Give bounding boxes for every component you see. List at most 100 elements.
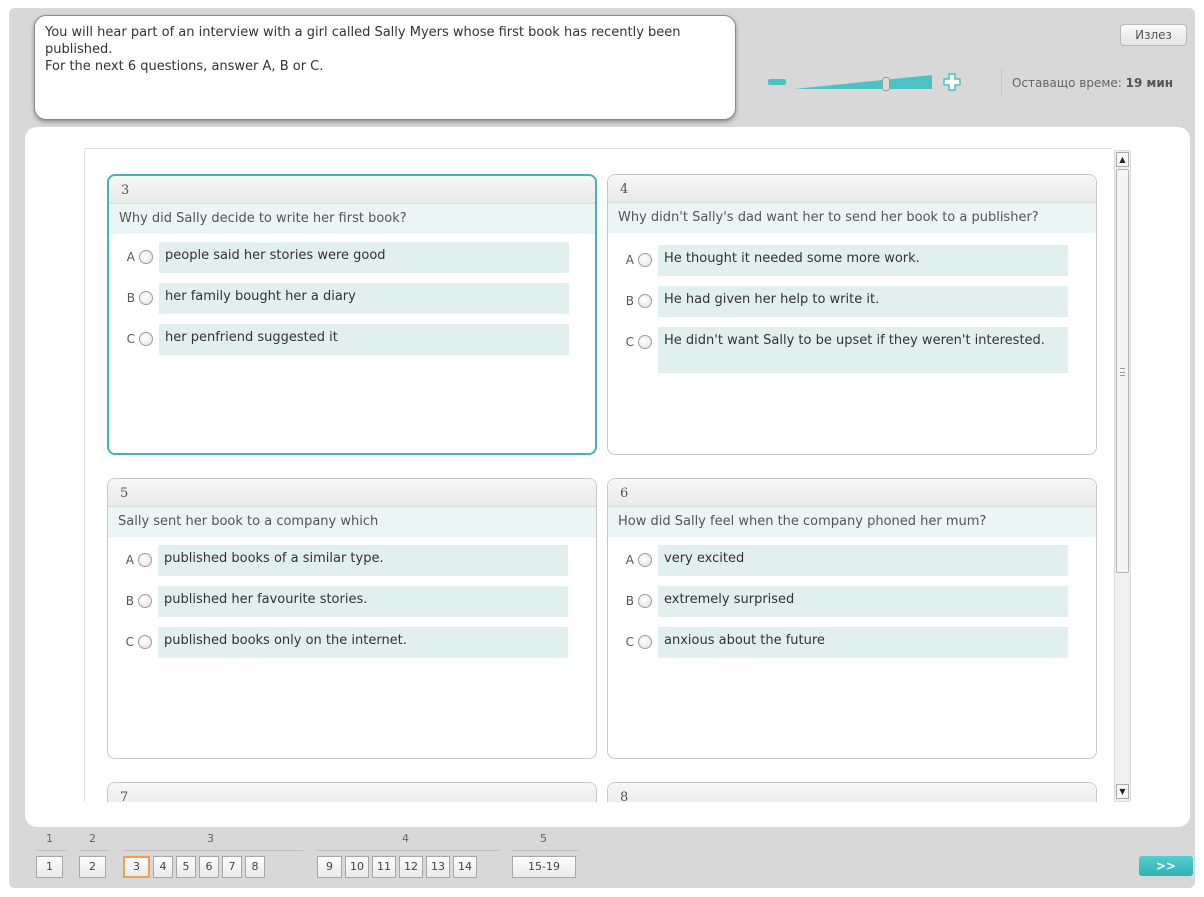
nav-question-button[interactable]: 11 xyxy=(372,856,396,878)
nav-group-label: 2 xyxy=(89,832,96,845)
nav-question-button[interactable]: 6 xyxy=(199,856,219,878)
time-remaining-value: 19 мин xyxy=(1125,76,1174,90)
answer-option-b[interactable]: B extremely surprised xyxy=(608,586,1096,617)
question-text: Why did Sally decide to write her first … xyxy=(109,204,595,234)
nav-question-button[interactable]: 13 xyxy=(426,856,450,878)
option-text[interactable]: very excited xyxy=(658,545,1068,576)
radio-button[interactable] xyxy=(638,553,652,567)
scrollbar-thumb[interactable] xyxy=(1116,169,1129,573)
nav-question-button[interactable]: 4 xyxy=(153,856,173,878)
exit-button[interactable]: Излез xyxy=(1120,24,1187,46)
question-card-4[interactable]: 4 Why didn't Sally's dad want her to sen… xyxy=(607,174,1097,455)
option-text[interactable]: published books only on the internet. xyxy=(158,627,568,658)
option-text[interactable]: her family bought her a diary xyxy=(159,283,569,314)
instructions-box: You will hear part of an interview with … xyxy=(34,15,736,120)
option-letter: C xyxy=(625,335,634,349)
answer-option-a[interactable]: A people said her stories were good xyxy=(109,242,595,273)
nav-group-label: 4 xyxy=(402,832,409,845)
nav-group-label: 3 xyxy=(207,832,214,845)
answer-option-c[interactable]: C published books only on the internet. xyxy=(108,627,596,658)
radio-button[interactable] xyxy=(638,253,652,267)
nav-question-button[interactable]: 10 xyxy=(345,856,369,878)
answer-option-c[interactable]: C He didn't want Sally to be upset if th… xyxy=(608,327,1096,373)
answer-option-b[interactable]: B her family bought her a diary xyxy=(109,283,595,314)
radio-button[interactable] xyxy=(638,635,652,649)
radio-button[interactable] xyxy=(138,553,152,567)
radio-button[interactable] xyxy=(638,594,652,608)
option-text[interactable]: anxious about the future xyxy=(658,627,1068,658)
option-text[interactable]: published her favourite stories. xyxy=(158,586,568,617)
question-card-6[interactable]: 6 How did Sally feel when the company ph… xyxy=(607,478,1097,759)
nav-question-button[interactable]: 14 xyxy=(453,856,477,878)
option-text[interactable]: her penfriend suggested it xyxy=(159,324,569,355)
question-card-8[interactable]: 8 xyxy=(607,782,1097,802)
radio-button[interactable] xyxy=(638,335,652,349)
nav-question-button[interactable]: 15-19 xyxy=(512,856,576,878)
radio-button[interactable] xyxy=(138,594,152,608)
nav-question-button[interactable]: 1 xyxy=(36,856,63,878)
answer-option-a[interactable]: A He thought it needed some more work. xyxy=(608,245,1096,276)
question-text: Sally sent her book to a company which xyxy=(108,507,596,537)
radio-button[interactable] xyxy=(139,291,153,305)
nav-group-divider xyxy=(123,850,303,851)
scroll-up-icon[interactable]: ▲ xyxy=(1116,152,1129,167)
header-divider xyxy=(1001,68,1002,96)
nav-group-label: 5 xyxy=(540,832,547,845)
answer-option-a[interactable]: A very excited xyxy=(608,545,1096,576)
question-card-3[interactable]: 3 Why did Sally decide to write her firs… xyxy=(107,174,597,455)
question-number: 8 xyxy=(608,783,1096,802)
option-letter: B xyxy=(625,294,634,308)
nav-question-button[interactable]: 2 xyxy=(79,856,106,878)
answer-option-a[interactable]: A published books of a similar type. xyxy=(108,545,596,576)
nav-question-button[interactable]: 12 xyxy=(399,856,423,878)
question-card-5[interactable]: 5 Sally sent her book to a company which… xyxy=(107,478,597,759)
question-number: 6 xyxy=(608,479,1096,507)
answer-option-c[interactable]: C anxious about the future xyxy=(608,627,1096,658)
option-text[interactable]: He didn't want Sally to be upset if they… xyxy=(658,327,1068,373)
questions-viewport[interactable]: 3 Why did Sally decide to write her firs… xyxy=(84,148,1112,802)
option-letter: C xyxy=(126,332,135,346)
answer-option-b[interactable]: B published her favourite stories. xyxy=(108,586,596,617)
answer-option-c[interactable]: C her penfriend suggested it xyxy=(109,324,595,355)
zoom-slider[interactable] xyxy=(794,73,932,91)
grip-icon xyxy=(1120,368,1125,376)
zoom-control xyxy=(766,70,966,94)
nav-question-button-current[interactable]: 3 xyxy=(123,856,150,878)
radio-button[interactable] xyxy=(139,332,153,346)
zoom-out-icon[interactable] xyxy=(768,79,786,85)
option-text[interactable]: He thought it needed some more work. xyxy=(658,245,1068,276)
question-text: How did Sally feel when the company phon… xyxy=(608,507,1096,537)
nav-group-divider xyxy=(36,850,66,851)
nav-question-button[interactable]: 7 xyxy=(222,856,242,878)
nav-group-divider xyxy=(317,850,499,851)
nav-question-button[interactable]: 5 xyxy=(176,856,196,878)
question-card-7[interactable]: 7 xyxy=(107,782,597,802)
next-button[interactable]: >> xyxy=(1139,856,1193,876)
option-letter: C xyxy=(625,635,634,649)
option-text[interactable]: published books of a similar type. xyxy=(158,545,568,576)
answer-option-b[interactable]: B He had given her help to write it. xyxy=(608,286,1096,317)
scroll-down-icon[interactable]: ▼ xyxy=(1116,784,1129,799)
option-letter: C xyxy=(125,635,134,649)
nav-question-button[interactable]: 8 xyxy=(245,856,265,878)
vertical-scrollbar[interactable]: ▲ ▼ xyxy=(1114,150,1131,802)
question-number: 4 xyxy=(608,175,1096,203)
nav-question-button[interactable]: 9 xyxy=(317,856,342,878)
zoom-track-icon xyxy=(794,75,932,89)
question-text: Why didn't Sally's dad want her to send … xyxy=(608,203,1096,233)
question-number: 7 xyxy=(108,783,596,802)
option-letter: A xyxy=(126,250,135,264)
zoom-slider-handle[interactable] xyxy=(882,77,890,91)
option-text[interactable]: extremely surprised xyxy=(658,586,1068,617)
nav-group-divider xyxy=(512,850,578,851)
option-text[interactable]: people said her stories were good xyxy=(159,242,569,273)
radio-button[interactable] xyxy=(139,250,153,264)
instructions-subtext: For the next 6 questions, answer A, B or… xyxy=(45,59,324,74)
radio-button[interactable] xyxy=(138,635,152,649)
option-letter: B xyxy=(625,594,634,608)
zoom-in-icon[interactable] xyxy=(942,72,962,92)
radio-button[interactable] xyxy=(638,294,652,308)
time-remaining-label: Оставащо време: xyxy=(1012,76,1122,90)
option-letter: A xyxy=(625,553,634,567)
option-text[interactable]: He had given her help to write it. xyxy=(658,286,1068,317)
